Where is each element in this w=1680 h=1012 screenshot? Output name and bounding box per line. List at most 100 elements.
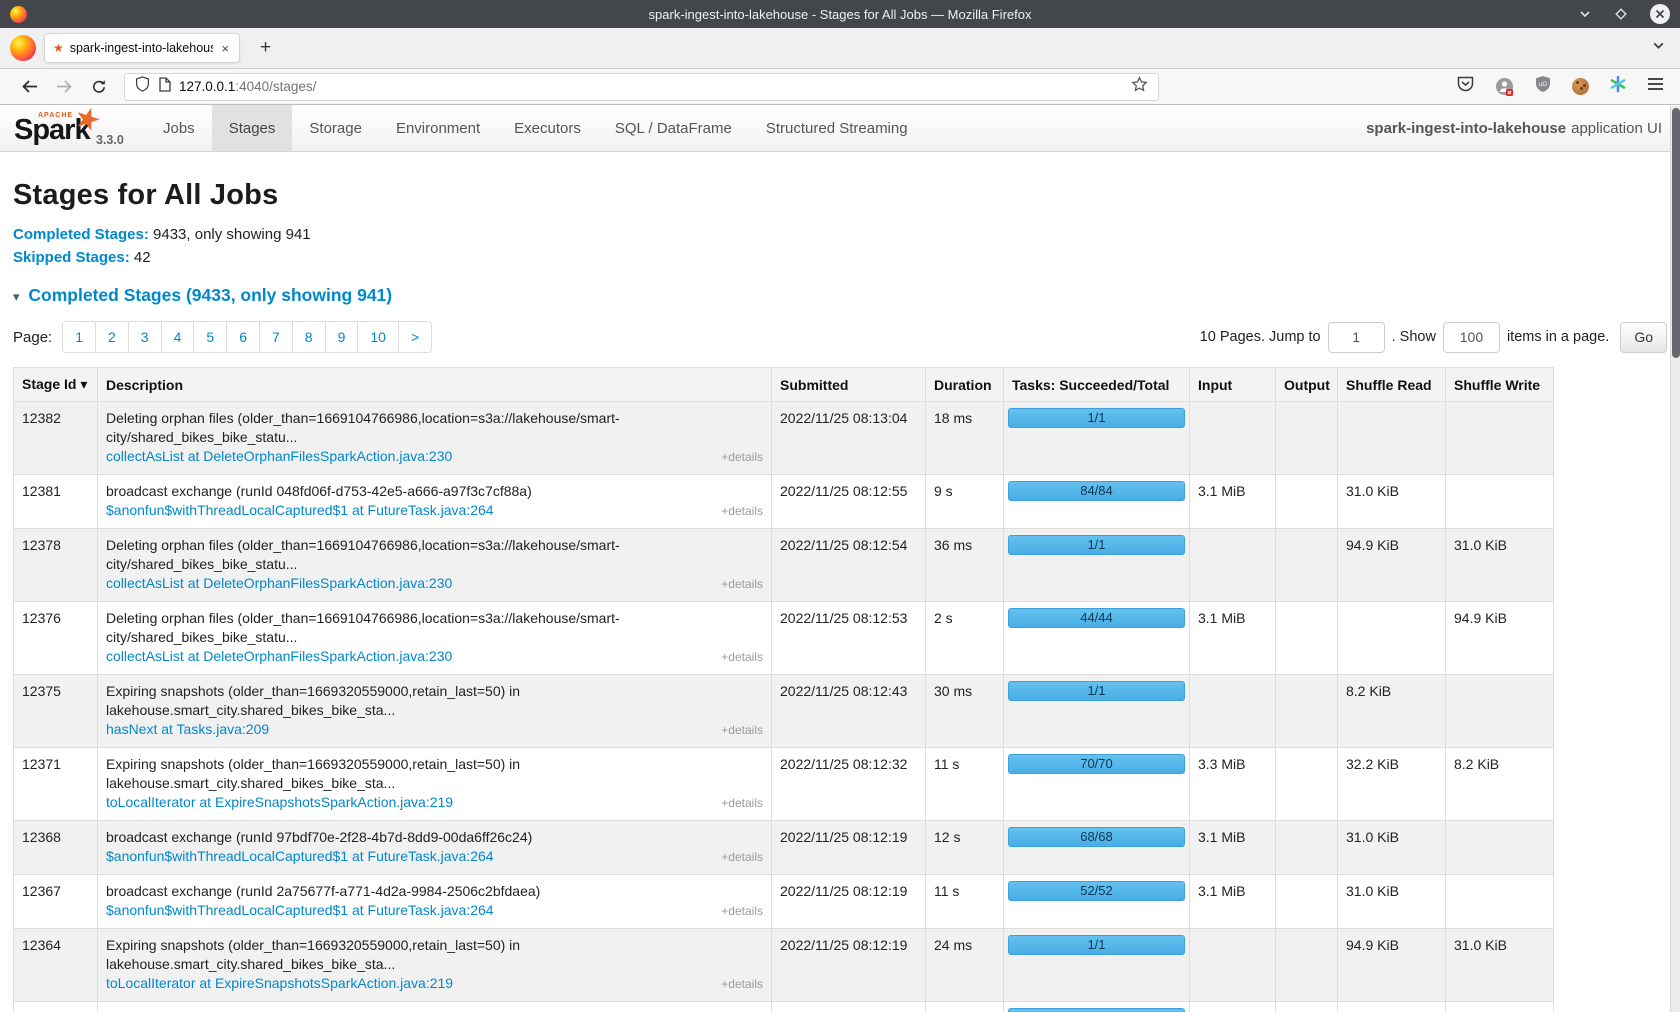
stages-table-body: 12382 Deleting orphan files (older_than=… bbox=[14, 402, 1554, 1012]
minimize-icon[interactable] bbox=[1578, 7, 1592, 21]
stage-description: Expiring snapshots (older_than=166932055… bbox=[106, 755, 763, 793]
page-button->[interactable]: > bbox=[399, 322, 431, 352]
stage-callsite-link[interactable]: hasNext at Tasks.java:209 bbox=[106, 720, 269, 739]
details-toggle[interactable]: +details bbox=[721, 902, 763, 921]
stage-description: broadcast exchange (runId 2a75677f-a771-… bbox=[106, 882, 763, 901]
new-tab-button[interactable]: + bbox=[252, 35, 279, 61]
submitted-cell: 2022/11/25 08:12:32 bbox=[772, 748, 926, 821]
show-text: . Show bbox=[1392, 329, 1436, 345]
url-text[interactable]: 127.0.0.1:4040/stages/ bbox=[179, 79, 1123, 94]
stage-callsite-link[interactable]: $anonfun$withThreadLocalCaptured$1 at Fu… bbox=[106, 847, 494, 866]
column-header[interactable]: Duration bbox=[926, 368, 1004, 402]
menu-hamburger-icon[interactable] bbox=[1647, 77, 1664, 96]
tasks-progress-bar: 1/1 bbox=[1008, 935, 1185, 955]
completed-stages-section-header[interactable]: ▾ Completed Stages (9433, only showing 9… bbox=[13, 285, 1667, 306]
privacy-extension-icon[interactable] bbox=[1495, 77, 1514, 96]
tasks-progress-bar: 52/52 bbox=[1008, 881, 1185, 901]
tab-close-icon[interactable]: × bbox=[219, 41, 231, 56]
go-button[interactable]: Go bbox=[1620, 322, 1667, 353]
column-header[interactable]: Tasks: Succeeded/Total bbox=[1004, 368, 1190, 402]
stage-callsite-link[interactable]: $anonfun$withThreadLocalCaptured$1 at Fu… bbox=[106, 501, 494, 520]
details-toggle[interactable]: +details bbox=[721, 848, 763, 867]
nav-item-storage[interactable]: Storage bbox=[292, 105, 379, 151]
ublock-icon[interactable]: uO bbox=[1534, 75, 1552, 98]
column-header[interactable]: Submitted bbox=[772, 368, 926, 402]
stage-callsite-link[interactable]: collectAsList at DeleteOrphanFilesSparkA… bbox=[106, 574, 452, 593]
details-toggle[interactable]: +details bbox=[721, 502, 763, 521]
extension-asterisk-icon[interactable] bbox=[1609, 75, 1627, 98]
stage-callsite-link[interactable]: collectAsList at DeleteOrphanFilesSparkA… bbox=[106, 647, 452, 666]
tab-title: spark-ingest-into-lakehous bbox=[70, 41, 214, 55]
nav-item-stages[interactable]: Stages bbox=[212, 105, 293, 151]
description-cell: broadcast exchange (runId 97bdf70e-2f28-… bbox=[98, 821, 772, 875]
url-bar[interactable]: 127.0.0.1:4040/stages/ bbox=[124, 73, 1159, 101]
page-title: Stages for All Jobs bbox=[13, 179, 1667, 212]
back-icon[interactable] bbox=[12, 79, 47, 94]
stage-callsite-link[interactable]: toLocalIterator at ExpireSnapshotsSparkA… bbox=[106, 974, 453, 993]
shield-icon[interactable] bbox=[135, 76, 150, 97]
page-button-3[interactable]: 3 bbox=[129, 322, 161, 352]
scrollbar-thumb[interactable] bbox=[1672, 108, 1680, 358]
page-button-7[interactable]: 7 bbox=[260, 322, 292, 352]
spark-logo[interactable]: APACHE Spark ★ 3.3.0 bbox=[14, 105, 132, 151]
nav-item-sql-dataframe[interactable]: SQL / DataFrame bbox=[598, 105, 749, 151]
cookie-extension-icon[interactable] bbox=[1572, 78, 1589, 95]
maximize-icon[interactable] bbox=[1614, 7, 1628, 21]
pocket-icon[interactable] bbox=[1456, 75, 1475, 98]
page-scrollbar[interactable] bbox=[1670, 106, 1680, 1012]
duration-cell: 2 s bbox=[926, 602, 1004, 675]
nav-item-structured-streaming[interactable]: Structured Streaming bbox=[749, 105, 925, 151]
stage-callsite-link[interactable]: $anonfun$withThreadLocalCaptured$1 at Fu… bbox=[106, 901, 494, 920]
column-header[interactable]: Shuffle Write bbox=[1446, 368, 1554, 402]
reload-icon[interactable] bbox=[82, 79, 116, 95]
page-button-2[interactable]: 2 bbox=[96, 322, 128, 352]
description-cell: Deleting orphan files (older_than=166910… bbox=[98, 402, 772, 475]
close-icon[interactable] bbox=[1650, 4, 1670, 24]
column-header[interactable]: Input bbox=[1190, 368, 1276, 402]
page-button-8[interactable]: 8 bbox=[293, 322, 325, 352]
page-button-5[interactable]: 5 bbox=[194, 322, 226, 352]
output-cell bbox=[1276, 821, 1338, 875]
list-all-tabs-icon[interactable] bbox=[1651, 38, 1666, 58]
nav-item-executors[interactable]: Executors bbox=[497, 105, 598, 151]
collapse-arrow-icon: ▾ bbox=[13, 289, 20, 304]
jump-to-input[interactable] bbox=[1328, 322, 1385, 353]
details-toggle[interactable]: +details bbox=[721, 975, 763, 994]
page-button-9[interactable]: 9 bbox=[326, 322, 358, 352]
stage-description: Deleting orphan files (older_than=166910… bbox=[106, 409, 763, 447]
details-toggle[interactable]: +details bbox=[721, 721, 763, 740]
shuffle-write-cell: 31.0 KiB bbox=[1446, 929, 1554, 1002]
stage-id-cell: 12375 bbox=[14, 675, 98, 748]
skipped-stages-link[interactable]: Skipped Stages: bbox=[13, 249, 130, 266]
nav-item-jobs[interactable]: Jobs bbox=[146, 105, 212, 151]
details-toggle[interactable]: +details bbox=[721, 648, 763, 667]
page-button-6[interactable]: 6 bbox=[227, 322, 259, 352]
column-header[interactable]: Stage Id ▾ bbox=[14, 368, 98, 402]
page-button-4[interactable]: 4 bbox=[162, 322, 194, 352]
page-info-icon[interactable] bbox=[158, 77, 171, 97]
stage-callsite-link[interactable]: toLocalIterator at ExpireSnapshotsSparkA… bbox=[106, 793, 453, 812]
items-per-page-input[interactable] bbox=[1443, 322, 1500, 353]
column-header[interactable]: Output bbox=[1276, 368, 1338, 402]
forward-icon[interactable] bbox=[47, 79, 82, 94]
duration-cell: 12 s bbox=[926, 821, 1004, 875]
details-toggle[interactable]: +details bbox=[721, 794, 763, 813]
application-ui-title: spark-ingest-into-lakehouse application … bbox=[1366, 105, 1680, 151]
browser-tab[interactable]: ★ spark-ingest-into-lakehous × bbox=[44, 33, 240, 63]
shuffle-write-cell: 32.2 KiB bbox=[1446, 1002, 1554, 1012]
details-toggle[interactable]: +details bbox=[721, 448, 763, 467]
column-header[interactable]: Description bbox=[98, 368, 772, 402]
nav-item-environment[interactable]: Environment bbox=[379, 105, 497, 151]
page-button-10[interactable]: 10 bbox=[358, 322, 398, 352]
bookmark-star-icon[interactable] bbox=[1131, 76, 1148, 97]
duration-cell: 11 s bbox=[926, 748, 1004, 821]
stage-callsite-link[interactable]: collectAsList at DeleteOrphanFilesSparkA… bbox=[106, 447, 452, 466]
details-toggle[interactable]: +details bbox=[721, 575, 763, 594]
page-button-1[interactable]: 1 bbox=[63, 322, 95, 352]
duration-cell: 36 ms bbox=[926, 529, 1004, 602]
tasks-progress-bar: 1/1 bbox=[1008, 408, 1185, 428]
description-cell: broadcast exchange (runId 048fd06f-d753-… bbox=[98, 475, 772, 529]
column-header[interactable]: Shuffle Read bbox=[1338, 368, 1446, 402]
skipped-stages-summary: Skipped Stages: 42 bbox=[13, 248, 1667, 268]
completed-stages-link[interactable]: Completed Stages: bbox=[13, 226, 149, 243]
